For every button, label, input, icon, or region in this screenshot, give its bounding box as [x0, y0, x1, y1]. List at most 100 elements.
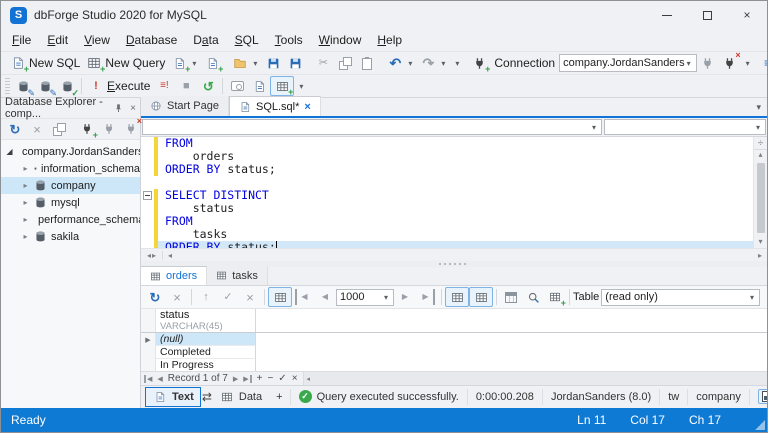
minimize-button[interactable]	[647, 1, 687, 29]
code-line[interactable]: ORDER BY status;	[141, 163, 753, 176]
paste-button[interactable]	[356, 54, 378, 72]
new-connection-button[interactable]	[468, 54, 490, 74]
cell-status[interactable]: (null)	[156, 333, 256, 346]
grid-search-button[interactable]	[522, 288, 544, 306]
page-size-combobox[interactable]: 1000 ▾	[336, 288, 394, 306]
apply-changes-button[interactable]: ↑	[195, 288, 217, 306]
explorer-connect-button[interactable]	[98, 120, 120, 138]
menu-edit[interactable]: Edit	[39, 31, 76, 49]
new-query-button[interactable]: New Query	[83, 54, 168, 74]
statement-combobox[interactable]: ▾	[142, 119, 602, 135]
paginal-mode-button[interactable]	[268, 287, 292, 307]
tree-node-sakila[interactable]: ▸ sakila	[1, 228, 140, 245]
cancel-edit-icon[interactable]: ×	[292, 373, 298, 384]
current-database[interactable]: company	[687, 389, 749, 405]
text-view-tab[interactable]: Text	[145, 387, 201, 407]
undo-button[interactable]: ↶ ▾	[384, 54, 417, 72]
explorer-delete-button[interactable]: ×	[26, 120, 48, 138]
tree-collapsed-icon[interactable]: ▸	[21, 215, 30, 224]
redo-dropdown[interactable]: ▾	[439, 59, 447, 68]
menu-window[interactable]: Window	[311, 31, 370, 49]
menu-help[interactable]: Help	[369, 31, 410, 49]
connection-overflow-button[interactable]: ▾	[741, 58, 755, 69]
scroll-up-icon[interactable]: ▴	[758, 150, 762, 159]
server-info[interactable]: JordanSanders (8.0)	[541, 389, 659, 405]
append-record-icon[interactable]: +	[257, 373, 263, 384]
new-document-dropdown[interactable]: ▾	[190, 59, 198, 68]
card-view-button[interactable]	[469, 287, 493, 307]
results-tab-orders[interactable]: orders	[141, 266, 208, 285]
menu-file[interactable]: File	[4, 31, 39, 49]
table-row[interactable]: Completed	[141, 346, 767, 359]
next-page-button[interactable]: ▶	[394, 288, 416, 306]
execution-history-button[interactable]: ↺	[197, 77, 219, 95]
commit-edit-icon[interactable]: ✓	[278, 373, 286, 384]
last-page-button[interactable]: ▶	[416, 288, 438, 306]
column-visibility-button[interactable]	[500, 288, 522, 306]
tree-collapsed-icon[interactable]: ▸	[21, 164, 30, 173]
menu-tools[interactable]: Tools	[267, 31, 311, 49]
save-button[interactable]	[262, 54, 284, 72]
query-profiler-button[interactable]	[226, 77, 248, 95]
cut-button[interactable]: ✂	[312, 54, 334, 72]
redo-button[interactable]: ↷ ▾	[417, 54, 450, 72]
session-tag[interactable]: tw	[659, 389, 687, 405]
sql-editor[interactable]: FROM orders ORDER BY status; SELECT DISTIN…	[141, 137, 753, 248]
prev-record-icon[interactable]: ◀	[157, 375, 162, 383]
menu-data[interactable]: Data	[185, 31, 226, 49]
grid-horizontal-scrollbar[interactable]: ◂	[302, 372, 767, 385]
panel-close-icon[interactable]: ×	[130, 103, 136, 114]
first-record-icon[interactable]: ◀	[144, 374, 152, 383]
rollback-button[interactable]: ×	[239, 288, 261, 306]
table-mode-combobox[interactable]: (read only) ▾	[601, 288, 760, 306]
execute-button[interactable]: ! Execute	[85, 77, 153, 95]
tree-node-performance_schema[interactable]: ▸ performance_schema	[1, 211, 140, 228]
data-view-tab[interactable]: Data	[213, 388, 268, 406]
maximize-button[interactable]	[687, 1, 727, 29]
split-layout-button[interactable]	[757, 389, 767, 405]
split-editor-handle[interactable]: ÷	[754, 137, 767, 150]
tree-node-information_schema[interactable]: ▸ information_schema	[1, 160, 140, 177]
tree-node-mysql[interactable]: ▸ mysql	[1, 194, 140, 211]
scroll-down-icon[interactable]: ▾	[758, 237, 762, 246]
prev-page-button[interactable]: ◀	[314, 288, 336, 306]
context-combobox[interactable]: ▾	[604, 119, 766, 135]
add-view-tab[interactable]: +	[270, 390, 288, 404]
scroll-left-icon[interactable]: ◂	[163, 251, 177, 260]
undo-dropdown[interactable]: ▾	[406, 59, 414, 68]
resize-grip[interactable]	[755, 420, 765, 430]
commit-button[interactable]: ✓	[217, 288, 239, 306]
menu-view[interactable]: View	[76, 31, 118, 49]
swap-view-icon[interactable]: ⇄	[202, 389, 212, 405]
grid-view-button[interactable]	[445, 287, 469, 307]
tab-list-dropdown-icon[interactable]: ▾	[750, 102, 767, 113]
connect-button[interactable]	[697, 54, 719, 72]
cell-status[interactable]: Completed	[156, 346, 256, 359]
document-tab-sql[interactable]: SQL.sql* ×	[228, 96, 321, 116]
connection-select[interactable]: company.JordanSanders ▾	[559, 54, 697, 72]
refresh-database-button[interactable]	[34, 77, 57, 98]
tree-collapsed-icon[interactable]: ▸	[21, 181, 30, 190]
new-sql-button[interactable]: New SQL	[7, 54, 83, 74]
tree-node-company[interactable]: ▸ company	[1, 177, 140, 194]
open-file-button[interactable]: ▾	[229, 54, 262, 72]
close-button[interactable]: ×	[727, 1, 767, 29]
new-document-button[interactable]: ▾	[168, 54, 201, 74]
split-editor-vertical-handle[interactable]: ◂ ▸	[141, 250, 163, 260]
tab-close-icon[interactable]: ×	[304, 101, 310, 113]
new-project-button[interactable]	[201, 54, 223, 74]
grid-cancel-button[interactable]: ×	[166, 288, 188, 306]
toolbar-overflow-button[interactable]: ▾	[450, 58, 464, 69]
grid-refresh-button[interactable]: ↻	[144, 288, 166, 306]
edit-database-button[interactable]	[12, 77, 35, 98]
table-row[interactable]: ▶ (null)	[141, 333, 767, 346]
open-file-dropdown[interactable]: ▾	[251, 59, 259, 68]
scroll-right-icon[interactable]: ▸	[753, 251, 767, 260]
menu-database[interactable]: Database	[118, 31, 185, 49]
tree-collapsed-icon[interactable]: ▸	[21, 198, 30, 207]
explorer-duplicate-button[interactable]	[48, 120, 70, 138]
explorer-refresh-button[interactable]: ↻	[4, 120, 26, 138]
delete-record-icon[interactable]: −	[267, 373, 273, 384]
format-code-button[interactable]: ≡! ▾	[759, 54, 767, 72]
explorer-disconnect-button[interactable]	[120, 117, 142, 138]
